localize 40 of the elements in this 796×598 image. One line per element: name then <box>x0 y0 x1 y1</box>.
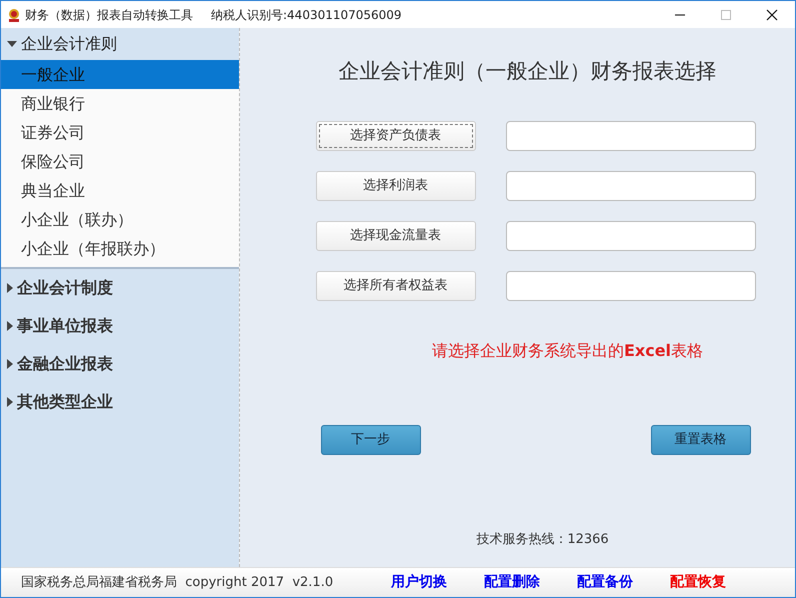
sidebar-item[interactable]: 典当企业 <box>1 176 239 205</box>
footer-link[interactable]: 配置删除 <box>484 572 540 593</box>
footer-link[interactable]: 配置备份 <box>577 572 633 593</box>
select-file-button[interactable]: 选择所有者权益表 <box>316 270 476 300</box>
copyright-text: 国家税务总局福建省税务局 copyright 2017 v2.1.0 <box>21 574 334 592</box>
footer-link[interactable]: 配置恢复 <box>670 572 726 593</box>
sidebar-group[interactable]: 事业单位报表 <box>1 307 239 345</box>
footer-link[interactable]: 用户切换 <box>391 572 447 593</box>
hotline-text: 技术服务热线：12366 <box>476 530 609 548</box>
next-button[interactable]: 下一步 <box>320 424 420 454</box>
sidebar-item[interactable]: 小企业（年报联办） <box>1 234 239 263</box>
taxpayer-id: 纳税人识别号:440301107056009 <box>211 6 402 24</box>
file-path-field[interactable] <box>506 120 756 150</box>
sidebar-item[interactable]: 一般企业 <box>1 60 239 89</box>
file-path-field[interactable] <box>506 270 756 300</box>
sidebar-item[interactable]: 证券公司 <box>1 118 239 147</box>
emblem-icon <box>7 8 21 22</box>
close-icon <box>766 8 778 20</box>
sidebar-group[interactable]: 金融企业报表 <box>1 345 239 383</box>
select-file-button[interactable]: 选择现金流量表 <box>316 220 476 250</box>
expand-icon <box>7 321 13 331</box>
expand-icon <box>7 359 13 369</box>
select-file-button[interactable]: 选择利润表 <box>316 170 476 200</box>
reset-button[interactable]: 重置表格 <box>650 424 750 454</box>
collapse-icon <box>7 41 17 47</box>
expand-icon <box>7 283 13 293</box>
file-path-field[interactable] <box>506 220 756 250</box>
select-file-button[interactable]: 选择资产负债表 <box>316 120 476 150</box>
sidebar-group[interactable]: 企业会计制度 <box>1 269 239 307</box>
page-heading: 企业会计准则（一般企业）财务报表选择 <box>338 58 716 85</box>
sidebar-item[interactable]: 小企业（联办） <box>1 205 239 234</box>
sidebar-item[interactable]: 保险公司 <box>1 147 239 176</box>
window-title: 财务（数据）报表自动转换工具 <box>25 6 193 24</box>
sidebar-group[interactable]: 企业会计准则 <box>1 28 239 60</box>
expand-icon <box>7 397 13 407</box>
sidebar-item[interactable]: 商业银行 <box>1 89 239 118</box>
hint-text: 请选择企业财务系统导出的Excel表格 <box>432 340 704 362</box>
maximize-icon <box>720 8 732 20</box>
sidebar-group[interactable]: 其他类型企业 <box>1 383 239 421</box>
file-path-field[interactable] <box>506 170 756 200</box>
